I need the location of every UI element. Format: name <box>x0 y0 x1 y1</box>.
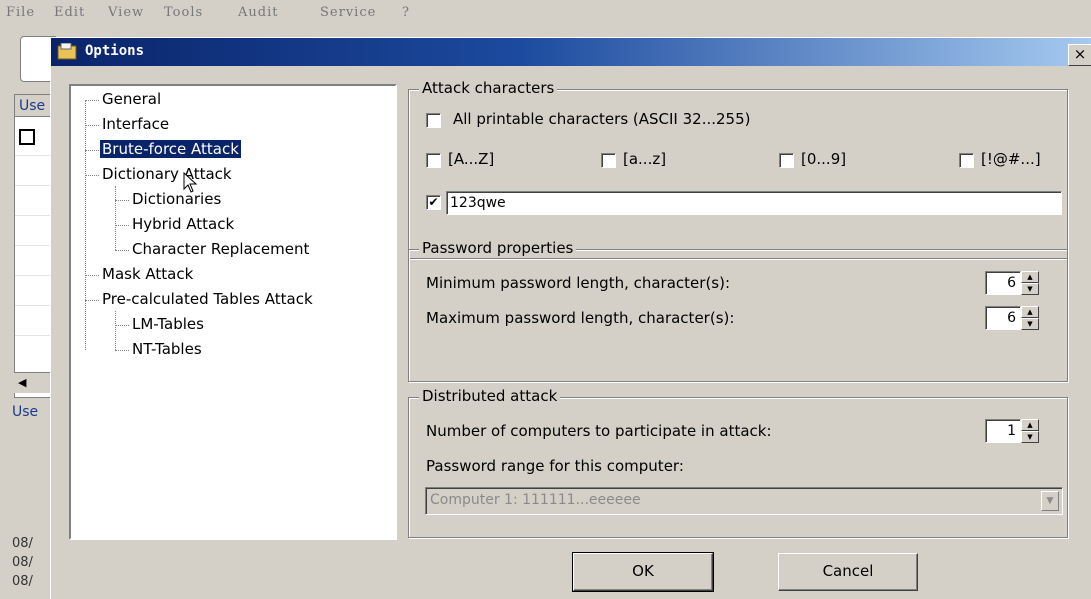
spin-down-icon[interactable]: ▼ <box>1021 283 1039 295</box>
tree-line <box>115 200 129 201</box>
tree-line <box>85 300 99 301</box>
grid-row-checkbox[interactable] <box>19 129 35 145</box>
tree-line <box>115 225 129 226</box>
computers-count-spinner[interactable]: 1 ▲ ▼ <box>985 419 1039 443</box>
tree-item-interface[interactable]: Interface <box>102 115 169 133</box>
all-printable-checkbox[interactable] <box>426 113 441 128</box>
tree-item-mask-attack[interactable]: Mask Attack <box>102 265 193 283</box>
tree-line <box>85 150 99 151</box>
close-button[interactable]: × <box>1068 44 1091 66</box>
min-length-value[interactable]: 6 <box>985 271 1021 295</box>
tree-line <box>115 325 129 326</box>
custom-charset-checkbox[interactable]: ✔ <box>426 195 441 210</box>
ok-button[interactable]: OK <box>572 552 714 592</box>
password-range-label: Password range for this computer: <box>426 457 684 475</box>
tree-item-general[interactable]: General <box>102 90 161 108</box>
password-properties-group: Password properties Minimum password len… <box>408 239 1068 382</box>
close-icon: × <box>1073 45 1087 63</box>
tree-item-dictionaries[interactable]: Dictionaries <box>132 190 221 208</box>
spin-down-icon[interactable]: ▼ <box>1021 318 1039 330</box>
min-length-spinner[interactable]: 6 ▲ ▼ <box>985 271 1039 295</box>
scroll-left-icon[interactable]: ◀ <box>18 376 26 389</box>
lowercase-label: [a...z] <box>623 150 667 168</box>
attack-characters-group: Attack characters All printable characte… <box>408 79 1068 259</box>
app-icon <box>57 43 77 60</box>
tree-item-dictionary-attack[interactable]: Dictionary Attack <box>102 165 232 183</box>
password-properties-legend: Password properties <box>419 239 577 257</box>
menu-edit[interactable]: Edit <box>54 5 85 20</box>
custom-charset-input[interactable]: 123qwe <box>446 191 1062 215</box>
tree-item-nt-tables[interactable]: NT-Tables <box>132 340 202 358</box>
uppercase-label: [A...Z] <box>448 150 495 168</box>
menu-view[interactable]: View <box>108 5 144 20</box>
tree-item-brute-force-attack[interactable]: Brute-force Attack <box>100 140 241 158</box>
tree-item-precalculated-tables[interactable]: Pre-calculated Tables Attack <box>102 290 313 308</box>
attack-characters-legend: Attack characters <box>419 79 558 97</box>
max-length-label: Maximum password length, character(s): <box>426 309 735 327</box>
chevron-down-icon[interactable]: ▼ <box>1041 491 1059 511</box>
menu-service[interactable]: Service <box>320 5 376 20</box>
max-length-spinner[interactable]: 6 ▲ ▼ <box>985 306 1039 330</box>
cancel-button[interactable]: Cancel <box>778 553 918 591</box>
max-length-value[interactable]: 6 <box>985 306 1021 330</box>
special-checkbox[interactable] <box>959 153 974 168</box>
spin-down-icon[interactable]: ▼ <box>1021 431 1039 443</box>
min-length-label: Minimum password length, character(s): <box>426 274 731 292</box>
options-dialog: Options × General Interface Brute-force … <box>50 37 1091 599</box>
password-range-value: Computer 1: 111111...eeeeee <box>430 492 641 508</box>
special-label: [!@#...] <box>981 150 1041 168</box>
lowercase-checkbox[interactable] <box>601 153 616 168</box>
tree-line <box>85 100 87 350</box>
options-tree[interactable]: General Interface Brute-force Attack Dic… <box>69 84 397 540</box>
tree-line <box>115 350 129 351</box>
users-label: Use <box>12 404 39 420</box>
dialog-title: Options <box>85 43 145 59</box>
tree-item-character-replacement[interactable]: Character Replacement <box>132 240 309 258</box>
spin-up-icon[interactable]: ▲ <box>1021 419 1039 431</box>
tree-line <box>115 311 117 350</box>
uppercase-checkbox[interactable] <box>426 153 441 168</box>
all-printable-label: All printable characters (ASCII 32...255… <box>453 110 751 128</box>
mouse-cursor-icon <box>183 172 198 193</box>
tree-line <box>85 175 99 176</box>
checkmark-icon: ✔ <box>428 195 439 209</box>
tree-line <box>115 250 129 251</box>
menu-tools[interactable]: Tools <box>164 5 203 20</box>
computers-count-value[interactable]: 1 <box>985 419 1021 443</box>
spin-up-icon[interactable]: ▲ <box>1021 306 1039 318</box>
log-line: 08/ <box>12 574 33 589</box>
distributed-attack-group: Distributed attack Number of computers t… <box>408 387 1068 538</box>
tree-line <box>85 125 99 126</box>
digits-label: [0...9] <box>801 150 847 168</box>
tree-item-lm-tables[interactable]: LM-Tables <box>132 315 204 333</box>
tree-line <box>85 100 99 101</box>
tree-line <box>115 186 117 250</box>
password-range-select[interactable]: Computer 1: 111111...eeeeee ▼ <box>425 487 1063 515</box>
menu-help[interactable]: ? <box>402 5 410 20</box>
tree-item-hybrid-attack[interactable]: Hybrid Attack <box>132 215 234 233</box>
computers-count-label: Number of computers to participate in at… <box>426 422 772 440</box>
spin-up-icon[interactable]: ▲ <box>1021 271 1039 283</box>
distributed-attack-legend: Distributed attack <box>419 387 561 405</box>
log-line: 08/ <box>12 555 33 570</box>
menu-file[interactable]: File <box>6 5 35 20</box>
digits-checkbox[interactable] <box>779 153 794 168</box>
tree-line <box>85 275 99 276</box>
log-line: 08/ <box>12 536 33 551</box>
dialog-titlebar[interactable]: Options × <box>51 38 1091 66</box>
menu-bar: File Edit View Tools Audit Service ? <box>0 0 1091 26</box>
menu-audit[interactable]: Audit <box>238 5 278 20</box>
